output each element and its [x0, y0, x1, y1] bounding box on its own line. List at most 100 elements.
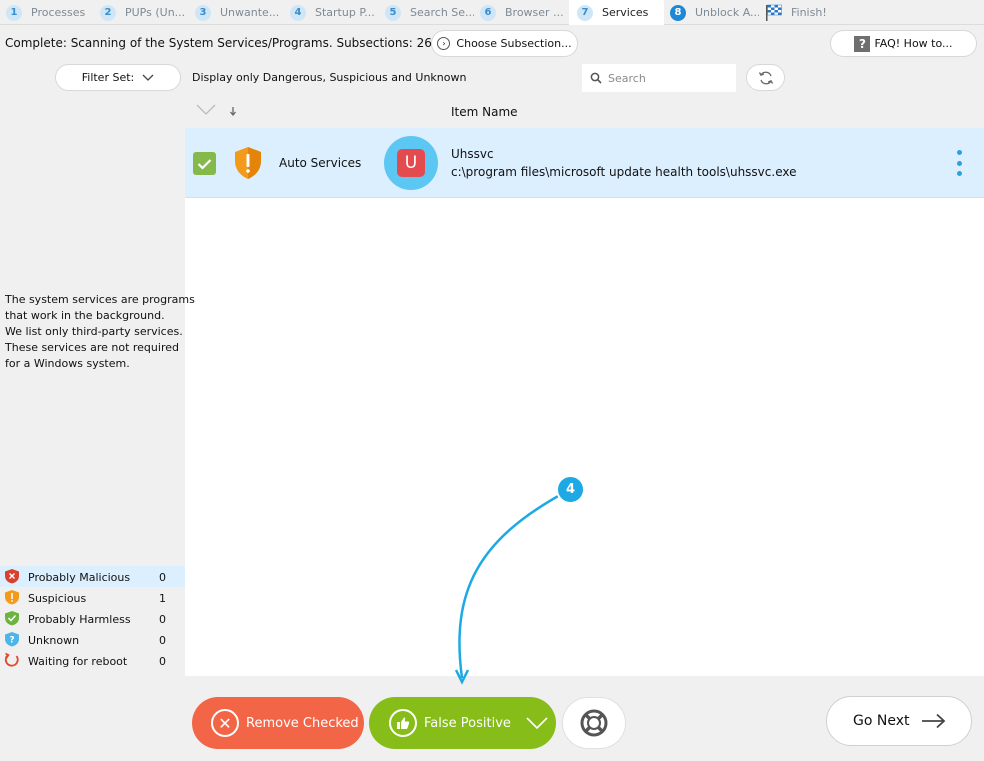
description-line: The system services are programs [5, 293, 195, 306]
remove-checked-button[interactable]: ✕ Remove Checked [192, 697, 364, 749]
legend-label: Probably Malicious [28, 571, 131, 584]
tab-number: 4 [290, 4, 306, 21]
false-positive-button[interactable]: False Positive [369, 697, 556, 749]
legend-item-malicious[interactable]: Probably Malicious 0 [0, 566, 185, 587]
tab-unblock[interactable]: 8 Unblock A... [664, 0, 759, 25]
tab-processes[interactable]: 1 Processes [0, 0, 94, 25]
svg-text:?: ? [9, 636, 14, 646]
tab-label: Search Se... [410, 6, 474, 19]
suspicious-shield-icon [5, 590, 19, 605]
lifebuoy-icon [580, 709, 608, 737]
faq-button[interactable]: ? FAQ! How to... [830, 30, 977, 57]
tab-startup[interactable]: 4 Startup P... [284, 0, 379, 25]
legend-count: 0 [159, 655, 166, 668]
legend-count: 0 [159, 634, 166, 647]
filter-set-label: Filter Set: [81, 71, 135, 84]
tab-number: 6 [480, 4, 496, 21]
app-u-icon: U [397, 149, 425, 177]
malicious-shield-icon [5, 569, 19, 584]
description-line: that work in the background. [5, 309, 165, 322]
search-box[interactable] [582, 64, 736, 92]
select-all-chevron-icon[interactable] [196, 104, 216, 116]
reboot-icon [4, 652, 19, 667]
legend-count: 0 [159, 571, 166, 584]
sort-arrow-icon[interactable] [229, 106, 237, 118]
filter-set-dropdown[interactable]: Filter Set: [55, 64, 181, 91]
step-tabs: 1 Processes 2 PUPs (Un... 3 Unwante... 4… [0, 0, 984, 25]
tab-label: Services [602, 6, 649, 19]
tab-label: Unblock A... [695, 6, 759, 19]
search-icon [590, 72, 602, 84]
tab-number: 5 [385, 4, 401, 21]
go-next-button[interactable]: Go Next [826, 696, 972, 746]
tab-number: 1 [6, 4, 22, 21]
filter-description: Display only Dangerous, Suspicious and U… [192, 71, 467, 84]
annotation-step-badge: 4 [556, 475, 585, 504]
legend-label: Waiting for reboot [28, 655, 128, 668]
faq-label: FAQ! How to... [874, 37, 953, 50]
tab-label: Unwante... [220, 6, 280, 19]
row-type-label: Auto Services [279, 156, 362, 170]
tab-unwanted[interactable]: 3 Unwante... [189, 0, 284, 25]
row-more-icon[interactable] [955, 150, 963, 176]
tab-label: Browser ... [505, 6, 564, 19]
tab-finish[interactable]: Finish! [759, 0, 849, 25]
arrow-right-icon [922, 713, 946, 729]
help-button[interactable] [562, 697, 626, 749]
harmless-shield-icon [5, 611, 19, 626]
tab-label: Processes [31, 6, 86, 19]
tab-number: 7 [577, 4, 593, 21]
check-icon [197, 158, 212, 170]
checkered-flag-icon [766, 4, 782, 21]
legend-count: 0 [159, 613, 166, 626]
refresh-button[interactable] [746, 64, 785, 91]
tab-pups[interactable]: 2 PUPs (Un... [94, 0, 189, 25]
choose-subsection-label: Choose Subsection... [456, 37, 572, 50]
thumbs-up-icon [389, 709, 417, 737]
tab-number: 8 [670, 4, 686, 21]
results-list: Auto Services U Uhssvc c:\program files\… [185, 128, 984, 676]
scan-status-text: Complete: Scanning of the System Service… [5, 36, 432, 50]
arrow-right-circle-icon: › [437, 37, 451, 50]
legend-label: Unknown [28, 634, 80, 647]
description-line: We list only third-party services. [5, 325, 183, 338]
section-description: The system services are programs that wo… [5, 292, 195, 372]
row-item-path: c:\program files\microsoft update health… [451, 165, 797, 179]
chevron-down-icon [142, 74, 154, 81]
refresh-icon [758, 71, 773, 84]
legend-item-suspicious[interactable]: Suspicious 1 [0, 587, 185, 608]
legend-label: Suspicious [28, 592, 87, 605]
legend-item-harmless[interactable]: Probably Harmless 0 [0, 608, 185, 629]
tab-number: 2 [100, 4, 116, 21]
tab-browser[interactable]: 6 Browser ... [474, 0, 569, 25]
question-icon: ? [854, 35, 871, 52]
chevron-down-icon[interactable] [522, 709, 552, 737]
legend-label: Probably Harmless [28, 613, 131, 626]
row-item-name: Uhssvc [451, 147, 494, 161]
legend-count: 1 [159, 592, 166, 605]
remove-checked-label: Remove Checked [246, 715, 359, 731]
tab-search[interactable]: 5 Search Se... [379, 0, 474, 25]
tab-number: 3 [195, 4, 211, 21]
tab-label: Finish! [791, 6, 827, 19]
table-row[interactable]: Auto Services U Uhssvc c:\program files\… [185, 128, 984, 198]
legend-item-unknown[interactable]: ? Unknown 0 [0, 629, 185, 650]
search-input[interactable] [608, 71, 728, 85]
tab-label: PUPs (Un... [125, 6, 186, 19]
annotation-arrow [454, 493, 561, 685]
tab-services[interactable]: 7 Services [569, 0, 664, 25]
go-next-label: Go Next [853, 713, 910, 729]
close-circle-icon: ✕ [211, 709, 239, 737]
row-checkbox[interactable] [193, 152, 216, 175]
choose-subsection-button[interactable]: › Choose Subsection... [431, 30, 578, 57]
item-name-column-header[interactable]: Item Name [451, 105, 518, 119]
status-legend: Probably Malicious 0 Suspicious 1 Probab… [0, 566, 185, 671]
false-positive-label: False Positive [424, 715, 511, 731]
unknown-shield-icon: ? [5, 632, 19, 647]
legend-item-reboot[interactable]: Waiting for reboot 0 [0, 650, 185, 671]
app-icon-ring: U [384, 136, 438, 190]
description-line: for a Windows system. [5, 357, 130, 370]
suspicious-shield-icon [235, 147, 261, 179]
tab-label: Startup P... [315, 6, 375, 19]
description-line: These services are not required [5, 341, 179, 354]
